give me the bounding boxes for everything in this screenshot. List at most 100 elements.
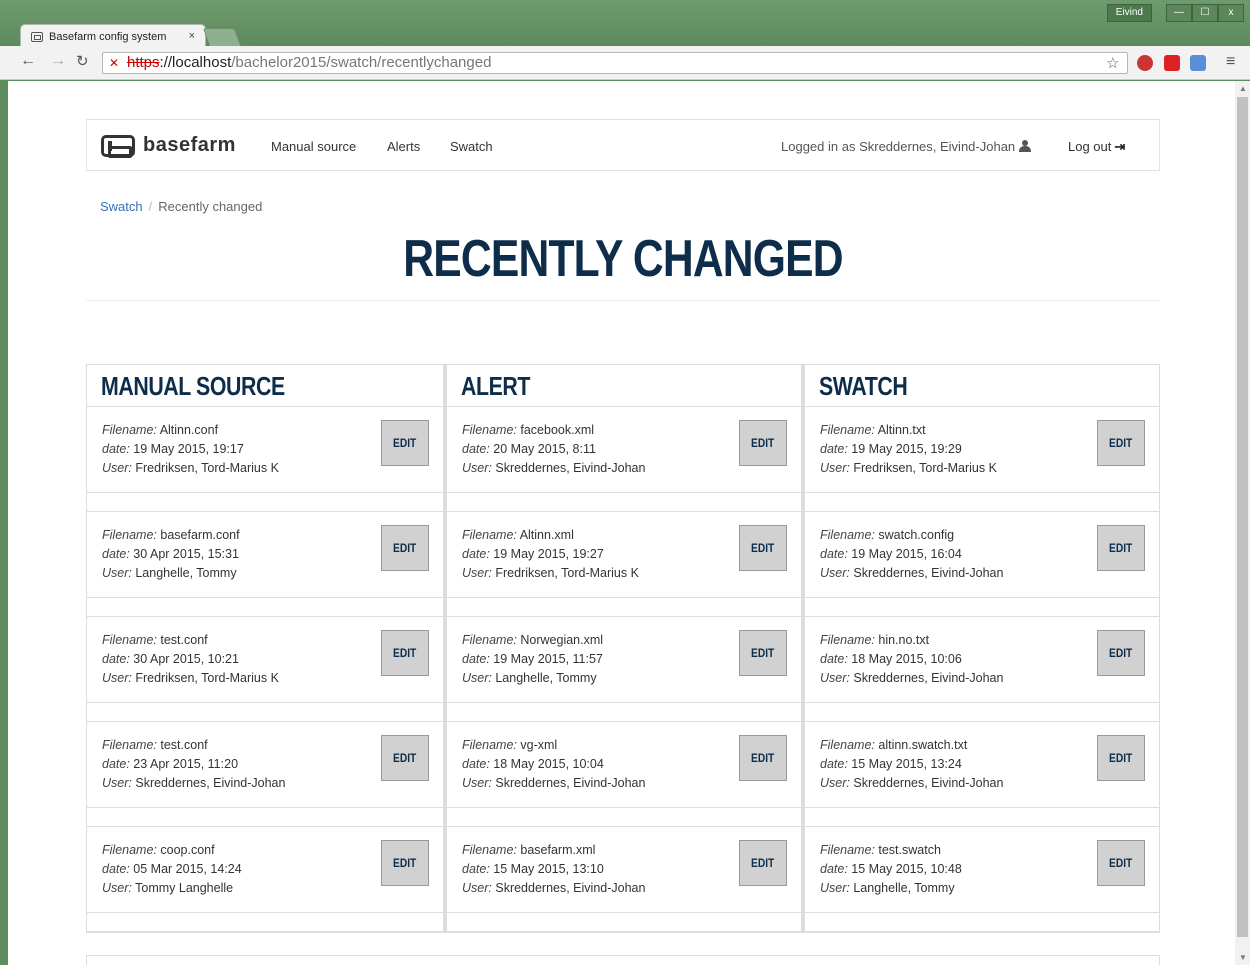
edit-button-label: EDIT [393,856,417,870]
browser-tab[interactable]: Basefarm config system × [20,24,206,48]
edit-button[interactable]: EDIT [739,630,787,676]
list-item: Filename: basefarm.conf date: 30 Apr 2015… [87,512,443,598]
logout-button[interactable]: Log out ⇥ [1068,139,1125,155]
item-user: Fredriksen, Tord-Marius K [853,461,997,475]
edit-button[interactable]: EDIT [381,840,429,886]
edit-button-label: EDIT [1109,751,1133,765]
item-date-line: date: 30 Apr 2015, 15:31 [102,545,429,564]
translate-icon[interactable] [1190,55,1206,71]
edit-button[interactable]: EDIT [1097,735,1145,781]
item-date: 19 May 2015, 19:17 [133,442,244,456]
scroll-thumb[interactable] [1237,97,1248,937]
bookmark-star-icon[interactable]: ☆ [1106,54,1119,72]
back-arrow-icon[interactable]: ← [20,52,36,70]
item-user-label: User: [820,461,850,475]
item-date: 30 Apr 2015, 10:21 [133,652,239,666]
column-manual-source: MANUAL SOURCE Filename: Altinn.conf date: … [86,364,444,933]
item-filename-label: Filename: [820,528,875,542]
nav-manual-source[interactable]: Manual source [271,139,356,154]
breadcrumb-swatch[interactable]: Swatch [100,199,143,214]
item-filename-label: Filename: [462,528,517,542]
item-filename: basefarm.conf [160,528,240,542]
edit-button[interactable]: EDIT [381,630,429,676]
item-date-label: date: [820,442,848,456]
forward-arrow-icon[interactable]: → [50,52,66,70]
edit-button-label: EDIT [751,646,775,660]
site-navbar: basefarm Manual source Alerts Swatch Log… [86,119,1160,171]
list-item: Filename: Altinn.conf date: 19 May 2015, … [87,407,443,493]
list-item: Filename: coop.conf date: 05 Mar 2015, 14… [87,827,443,913]
item-user: Fredriksen, Tord-Marius K [135,671,279,685]
window-user-badge[interactable]: Eivind [1106,4,1152,22]
column-header: SWATCH [805,365,1159,407]
item-filename-line: Filename: test.conf [102,631,429,650]
edit-button[interactable]: EDIT [1097,840,1145,886]
item-filename: Norwegian.xml [520,633,604,647]
column-swatch: SWATCH Filename: Altinn.txt date: 19 May 2… [802,364,1160,933]
basefarm-logo-icon [101,134,135,158]
menu-icon[interactable]: ≡ [1226,53,1235,71]
new-tab-button[interactable] [202,28,242,46]
item-user-label: User: [462,776,492,790]
item-date: 15 May 2015, 13:24 [851,757,962,771]
item-user-label: User: [820,671,850,685]
broken-lock-icon: ✕ [109,56,120,70]
item-filename: altinn.swatch.txt [878,738,968,752]
edit-button[interactable]: EDIT [739,840,787,886]
extension-red-icon[interactable] [1164,55,1180,71]
edit-button[interactable]: EDIT [739,735,787,781]
recently-changed-grid: MANUAL SOURCE Filename: Altinn.conf date: … [86,364,1160,933]
item-user: Skreddernes, Eivind-Johan [853,566,1004,580]
footer-panel [86,955,1160,965]
edit-button[interactable]: EDIT [381,420,429,466]
edit-button-label: EDIT [751,541,775,555]
item-date-label: date: [820,652,848,666]
extension-stop-icon[interactable] [1137,55,1153,71]
maximize-button[interactable]: ☐ [1192,4,1218,22]
edit-button[interactable]: EDIT [739,420,787,466]
list-item: Filename: vg-xml date: 18 May 2015, 10:04… [447,722,801,808]
edit-button-label: EDIT [393,541,417,555]
nav-swatch[interactable]: Swatch [450,139,493,154]
url-host: ://localhost [159,54,232,71]
edit-button[interactable]: EDIT [739,525,787,571]
column-title: ALERT [461,371,531,401]
item-filename-line: Filename: Altinn.conf [102,421,429,440]
edit-button[interactable]: EDIT [1097,420,1145,466]
column-header: MANUAL SOURCE [87,365,443,407]
item-date-label: date: [820,757,848,771]
user-icon [1019,140,1032,152]
scroll-down-icon[interactable]: ▼ [1239,953,1247,962]
address-bar[interactable]: ✕ https://localhost/bachelor2015/swatch/… [102,52,1128,74]
item-filename-label: Filename: [102,423,157,437]
nav-alerts[interactable]: Alerts [387,139,420,154]
row-spacer [805,913,1159,932]
reload-icon[interactable]: ↻ [76,52,89,70]
logged-in-status[interactable]: Logged in as Skreddernes, Eivind-Johan [781,139,1032,154]
edit-button[interactable]: EDIT [381,525,429,571]
item-user: Fredriksen, Tord-Marius K [135,461,279,475]
row-spacer [87,808,443,827]
item-date-line: date: 30 Apr 2015, 10:21 [102,650,429,669]
item-date: 15 May 2015, 13:10 [493,862,604,876]
edit-button[interactable]: EDIT [1097,630,1145,676]
edit-button[interactable]: EDIT [1097,525,1145,571]
minimize-button[interactable]: — [1166,4,1192,22]
item-user-line: User: Fredriksen, Tord-Marius K [102,669,429,688]
item-date: 18 May 2015, 10:04 [493,757,604,771]
item-filename: swatch.config [878,528,955,542]
title-divider [86,300,1160,301]
page-scrollbar[interactable]: ▲ ▼ [1235,81,1250,965]
edit-button-label: EDIT [393,751,417,765]
item-date: 30 Apr 2015, 15:31 [133,547,239,561]
edit-button[interactable]: EDIT [381,735,429,781]
brand[interactable]: basefarm [101,134,236,158]
item-filename: hin.no.txt [878,633,930,647]
close-window-button[interactable]: x [1218,4,1244,22]
item-user: Tommy Langhelle [135,881,234,895]
scroll-up-icon[interactable]: ▲ [1239,84,1247,93]
item-date-label: date: [820,862,848,876]
item-filename-label: Filename: [462,843,517,857]
tab-close-icon[interactable]: × [189,30,195,42]
list-item: Filename: Altinn.txt date: 19 May 2015, 1… [805,407,1159,493]
